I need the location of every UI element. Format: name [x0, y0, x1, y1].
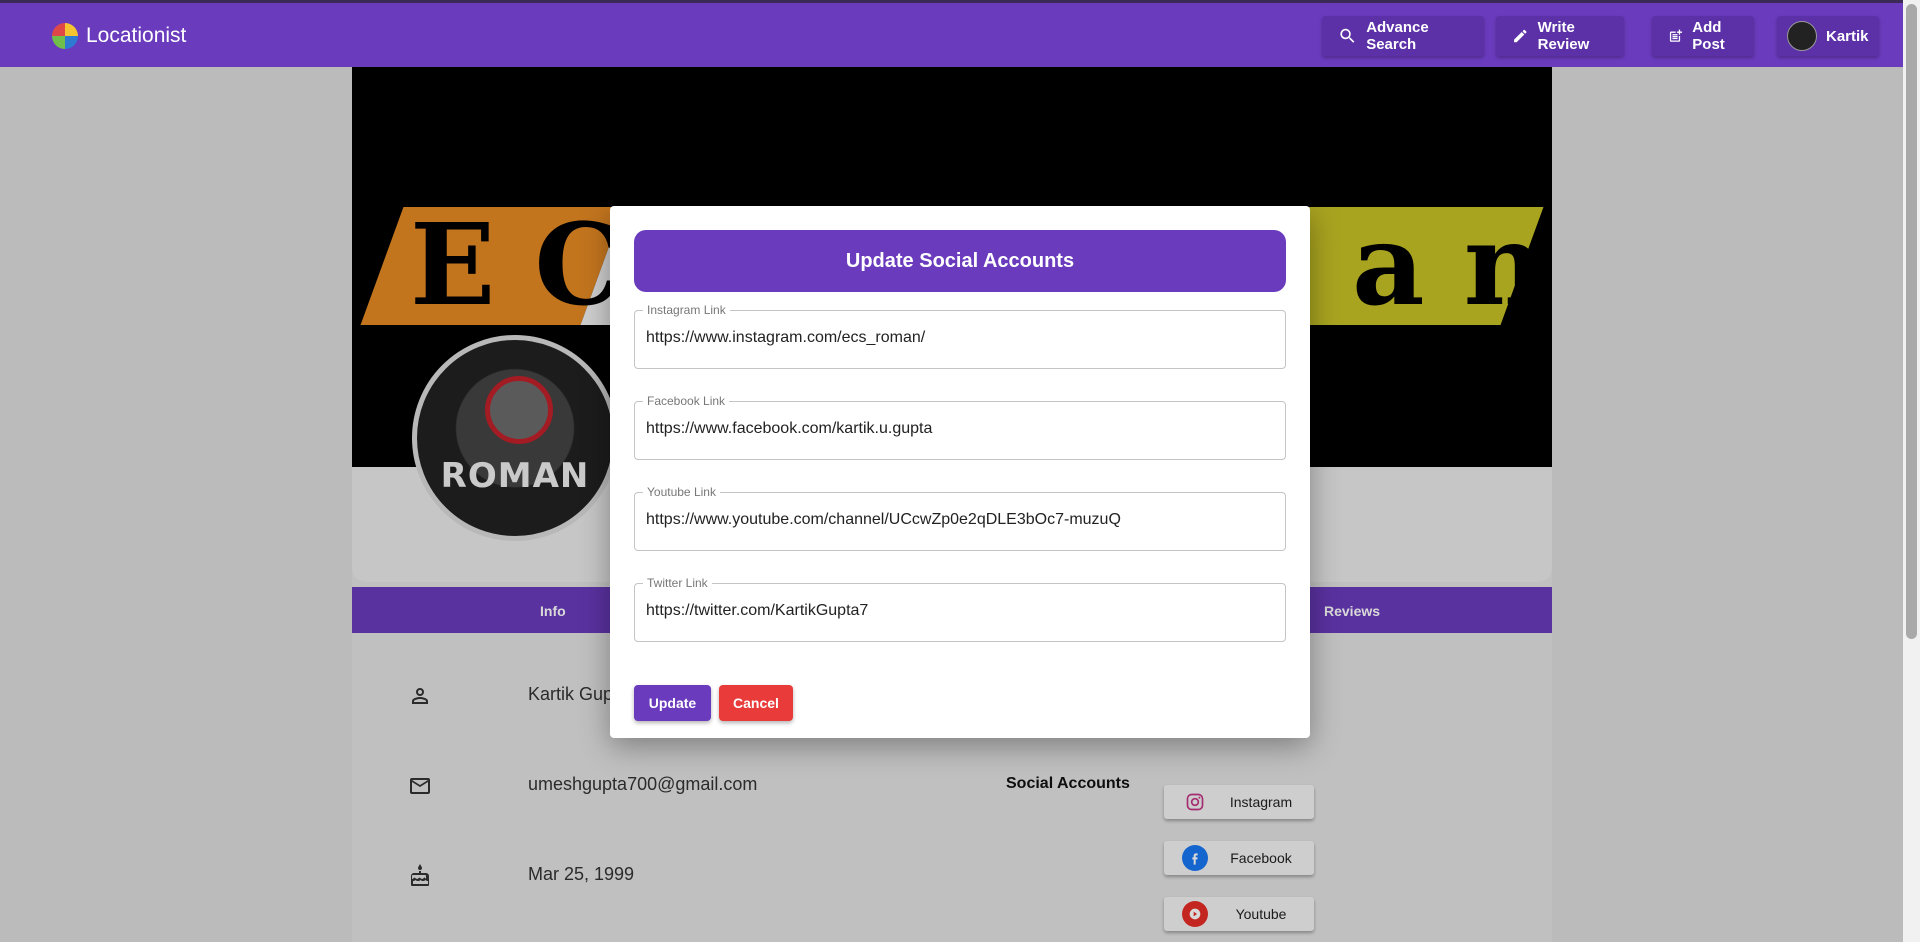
twitter-field: Twitter Link — [634, 576, 1286, 642]
facebook-field: Facebook Link — [634, 394, 1286, 460]
facebook-field-label: Facebook Link — [643, 394, 730, 408]
youtube-link-input[interactable] — [646, 511, 1266, 529]
instagram-link-input[interactable] — [646, 329, 1266, 347]
instagram-field-label: Instagram Link — [643, 303, 730, 317]
user-menu-button[interactable]: Kartik — [1777, 16, 1879, 56]
twitter-link-input[interactable] — [646, 602, 1266, 620]
youtube-field-label: Youtube Link — [643, 485, 720, 499]
cancel-button[interactable]: Cancel — [719, 685, 793, 721]
user-avatar — [1787, 21, 1817, 51]
add-post-label: Add Post — [1692, 19, 1725, 53]
update-social-dialog: Update Social Accounts Instagram Link Fa… — [610, 206, 1310, 738]
instagram-field: Instagram Link — [634, 303, 1286, 369]
write-review-label: Write Review — [1537, 19, 1590, 53]
search-icon — [1340, 28, 1355, 43]
user-name: Kartik — [1826, 27, 1869, 45]
post-add-icon — [1669, 29, 1683, 42]
brand-link[interactable]: Locationist — [52, 23, 186, 49]
brand-name: Locationist — [86, 24, 187, 47]
pencil-icon — [1514, 29, 1527, 43]
scrollbar-thumb[interactable] — [1906, 4, 1917, 639]
update-button[interactable]: Update — [634, 685, 711, 721]
advance-search-button[interactable]: Advance Search — [1322, 16, 1484, 56]
twitter-field-label: Twitter Link — [643, 576, 712, 590]
add-post-button[interactable]: Add Post — [1652, 16, 1754, 56]
globe-logo-icon — [52, 23, 78, 49]
app-bar: Locationist Advance Search Write Review … — [0, 0, 1903, 67]
page-scrollbar[interactable] — [1903, 0, 1920, 942]
write-review-button[interactable]: Write Review — [1496, 16, 1624, 56]
dialog-title: Update Social Accounts — [634, 230, 1286, 292]
youtube-field: Youtube Link — [634, 485, 1286, 551]
advance-search-label: Advance Search — [1366, 19, 1429, 53]
facebook-link-input[interactable] — [646, 420, 1266, 438]
